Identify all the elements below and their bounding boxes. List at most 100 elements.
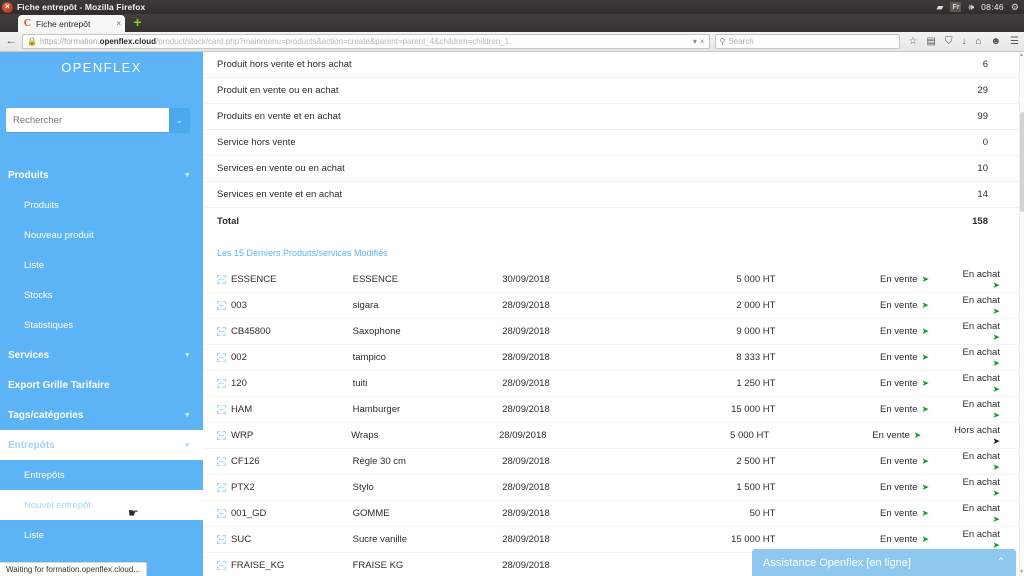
sidebar-group-entrepots[interactable]: Entrepôts ▾	[0, 430, 203, 460]
sidebar-group-produits[interactable]: Produits ▾	[0, 160, 203, 190]
product-ref-cell[interactable]: 001_GD	[203, 508, 353, 519]
recent-products-title[interactable]: Les 15 Derniers Produits/services Modifi…	[203, 234, 1024, 267]
product-ref-cell[interactable]: ESSENCE	[203, 274, 353, 285]
pocket-icon[interactable]: ⛉	[945, 36, 953, 47]
sidebar-item-nouvel-entrepot[interactable]: Nouvel entrepôt	[0, 490, 203, 520]
package-icon	[217, 327, 226, 336]
search-input[interactable]	[6, 108, 169, 132]
tab-strip: C Fiche entrepôt × +	[0, 14, 1024, 32]
product-ref-cell[interactable]: 002	[203, 352, 353, 363]
scrollbar-thumb[interactable]	[1020, 112, 1024, 212]
product-ref-cell[interactable]: SUC	[203, 534, 353, 545]
table-row[interactable]: ESSENCE ESSENCE 30/09/2018 5 000 HT En vente…	[203, 267, 1024, 293]
sidebar-item-statistiques[interactable]: Statistiques	[0, 310, 203, 340]
sidebar-group-export-grille-tarifaire[interactable]: Export Grille Tarifaire	[0, 370, 203, 400]
table-row[interactable]: 003 sigara 28/09/2018 2 000 HT En vente ➤ En a…	[203, 293, 1024, 319]
sidebar-item-nouveau-produit[interactable]: Nouveau produit	[0, 220, 203, 250]
stats-value: 0	[982, 137, 988, 148]
tab-fiche-entrepot[interactable]: C Fiche entrepôt ×	[18, 15, 125, 32]
url-path: /product/stock/card.php?mainmenu=product…	[156, 37, 510, 46]
url-bar[interactable]: 🔒 https://formation.openflex.cloud/produ…	[22, 34, 710, 49]
product-ref-cell[interactable]: CB45800	[203, 326, 353, 337]
window-close-button[interactable]: ×	[1, 1, 14, 14]
assistance-widget[interactable]: Assistance Openflex [en ligne] ⌃	[752, 549, 1016, 576]
table-row[interactable]: 002 tampico 28/09/2018 8 333 HT En vente ➤ En …	[203, 345, 1024, 371]
chevron-up-icon[interactable]: ⌃	[997, 557, 1005, 568]
table-row[interactable]: PTX2 Stylo 28/09/2018 1 500 HT En vente ➤ En a…	[203, 475, 1024, 501]
package-icon	[217, 275, 226, 284]
stop-icon[interactable]: ×	[700, 37, 705, 46]
product-label-cell: tuiti	[352, 378, 368, 389]
scroll-up-arrow[interactable]: ▲	[1019, 52, 1024, 59]
product-price-cell: 15 000 HT	[731, 404, 776, 415]
gear-icon[interactable]: ⚙	[1011, 2, 1019, 12]
product-purchase-status: En achat➤	[951, 451, 1024, 473]
table-row[interactable]: 120 tuiti 28/09/2018 1 250 HT En vente ➤ En ac…	[203, 371, 1024, 397]
table-row[interactable]: HAM Hamburger 28/09/2018 15 000 HT En vente ➤…	[203, 397, 1024, 423]
product-ref: 003	[231, 300, 247, 311]
product-ref-cell[interactable]: WRP	[203, 430, 351, 441]
product-purchase-status-label: En achat	[962, 320, 1000, 332]
flag-green-icon: ➤	[992, 487, 1000, 498]
product-sale-status-label: En vente	[880, 404, 918, 415]
account-icon[interactable]: ☻	[991, 36, 1002, 47]
sidebar-item-liste[interactable]: Liste	[0, 250, 203, 280]
sidebar-item-liste-entrepots[interactable]: Liste	[0, 520, 203, 550]
product-purchase-status-label: En achat	[962, 268, 1000, 280]
sidebar-group-services[interactable]: Services ▾	[0, 340, 203, 370]
download-icon[interactable]: ↓	[961, 36, 966, 47]
table-row[interactable]: CF126 Règle 30 cm 28/09/2018 2 500 HT En ven…	[203, 449, 1024, 475]
flag-green-icon: ➤	[921, 404, 930, 414]
flag-green-icon: ➤	[921, 508, 930, 518]
table-row[interactable]: 001_GD GOMME 28/09/2018 50 HT En vente ➤ En ac…	[203, 501, 1024, 527]
package-icon	[217, 353, 226, 362]
chevron-down-icon[interactable]: ▾	[693, 37, 697, 46]
table-row[interactable]: WRP Wraps 28/09/2018 5 000 HT En vente ➤ Hors …	[203, 423, 1024, 449]
new-tab-button[interactable]: +	[131, 15, 144, 30]
status-bar: Waiting for formation.openflex.cloud...	[0, 562, 147, 576]
product-ref-cell[interactable]: HAM	[203, 404, 353, 415]
home-icon[interactable]: ⌂	[975, 36, 981, 47]
stats-row: Produit hors vente et hors achat 6	[203, 52, 1024, 78]
product-ref-cell[interactable]: FRAISE_KG	[203, 560, 353, 571]
back-button[interactable]: ←	[5, 36, 17, 47]
sidebar-group-label: Produits	[8, 169, 49, 181]
keyboard-layout-indicator[interactable]: Fr	[950, 2, 962, 12]
menu-hamburger-icon[interactable]: ☰	[1010, 36, 1019, 47]
clock[interactable]: 08:46	[981, 2, 1004, 12]
stats-row: Services en vente et en achat 14	[203, 182, 1024, 208]
product-purchase-status: En achat➤	[951, 503, 1024, 525]
sidebar-item-stocks[interactable]: Stocks	[0, 280, 203, 310]
flag-green-icon: ➤	[921, 482, 930, 492]
sidebar-item-produits[interactable]: Produits	[0, 190, 203, 220]
library-icon[interactable]: ▤	[927, 36, 936, 47]
flag-green-icon: ➤	[992, 513, 1000, 524]
product-price-cell: 5 000 HT	[730, 430, 770, 441]
browser-search-bar[interactable]: ⚲ Search	[714, 34, 900, 49]
product-ref: ESSENCE	[231, 274, 277, 285]
product-sale-status: En vente➤	[801, 534, 951, 545]
scroll-down-arrow[interactable]: ▼	[1019, 569, 1024, 576]
sidebar-group-tags-categories[interactable]: Tags/catégories ▾	[0, 400, 203, 430]
product-ref-cell[interactable]: CF126	[203, 456, 353, 467]
volume-icon[interactable]: 🕪	[968, 2, 974, 12]
product-ref-cell[interactable]: 120	[203, 378, 353, 389]
bookmark-star-icon[interactable]: ☆	[909, 36, 918, 47]
wifi-icon[interactable]: ▰	[936, 2, 943, 12]
product-sale-status-label: En vente	[880, 534, 918, 545]
main-content: Produit hors vente et hors achat 6 Produ…	[203, 52, 1024, 576]
close-icon[interactable]: ×	[116, 19, 121, 28]
url-text: https://formation.openflex.cloud/product…	[40, 37, 690, 46]
page-scrollbar[interactable]: ▲ ▼	[1019, 52, 1024, 576]
sidebar-item-entrepots[interactable]: Entrepôts	[0, 460, 203, 490]
product-purchase-status-label: En achat	[962, 476, 1000, 488]
package-icon	[217, 301, 226, 310]
product-ref-cell[interactable]: 003	[203, 300, 353, 311]
product-sale-status: En vente➤	[801, 404, 951, 415]
product-ref-cell[interactable]: PTX2	[203, 482, 353, 493]
flag-green-icon: ➤	[992, 305, 1000, 316]
table-row[interactable]: CB45800 Saxophone 28/09/2018 9 000 HT En ven…	[203, 319, 1024, 345]
stats-row: Produit en vente ou en achat 29	[203, 78, 1024, 104]
chevron-down-icon[interactable]: ⌄	[169, 108, 190, 132]
sidebar-search[interactable]: ⌄	[6, 108, 190, 132]
